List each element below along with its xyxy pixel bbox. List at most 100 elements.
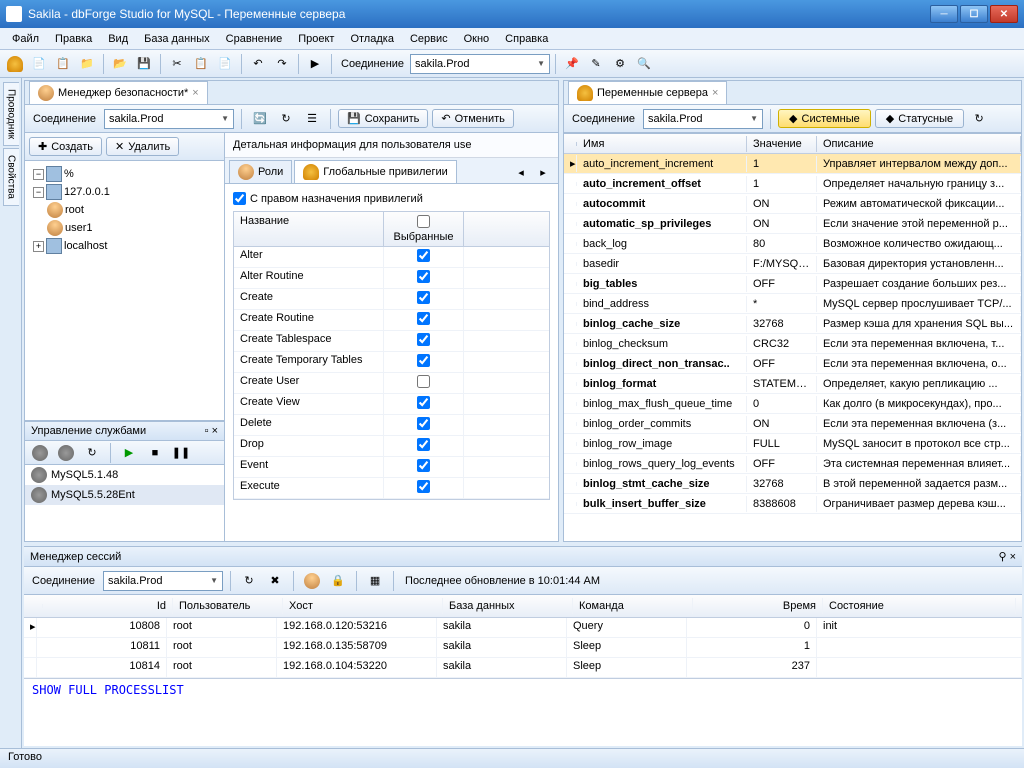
col-var-value[interactable]: Значение (747, 136, 817, 152)
col-var-name[interactable]: Имя (577, 136, 747, 152)
var-row[interactable]: binlog_row_imageFULLMySQL заносит в прот… (564, 434, 1021, 454)
var-row[interactable]: big_tablesOFFРазрешает создание больших … (564, 274, 1021, 294)
expand-icon[interactable]: − (33, 169, 44, 180)
priv-row[interactable]: Create Routine (234, 310, 549, 331)
var-row[interactable]: binlog_max_flush_queue_time0Как долго (в… (564, 394, 1021, 414)
priv-checkbox[interactable] (417, 291, 430, 304)
menu-debug[interactable]: Отладка (342, 30, 401, 48)
var-row[interactable]: automatic_sp_privilegesONЕсли значение э… (564, 214, 1021, 234)
new-query-button[interactable]: 📄 (28, 53, 50, 75)
options-button[interactable]: ⚙ (609, 53, 631, 75)
menu-help[interactable]: Справка (497, 30, 556, 48)
menu-tools[interactable]: Сервис (402, 30, 456, 48)
save-button[interactable]: 💾 (133, 53, 155, 75)
close-icon[interactable]: × (212, 425, 218, 437)
tab-security-manager[interactable]: Менеджер безопасности* × (29, 81, 208, 104)
priv-row[interactable]: Delete (234, 415, 549, 436)
close-button[interactable]: ✕ (990, 5, 1018, 23)
priv-row[interactable]: Create (234, 289, 549, 310)
priv-row[interactable]: Drop (234, 436, 549, 457)
priv-row[interactable]: Alter (234, 247, 549, 268)
priv-checkbox[interactable] (417, 459, 430, 472)
priv-row[interactable]: Alter Routine (234, 268, 549, 289)
priv-checkbox[interactable] (417, 396, 430, 409)
tab-roles[interactable]: Роли (229, 160, 292, 183)
sess-refresh[interactable]: ↻ (238, 570, 260, 592)
var-row[interactable]: autocommitONРежим автоматической фиксаци… (564, 194, 1021, 214)
priv-row[interactable]: Create Tablespace (234, 331, 549, 352)
var-row[interactable]: back_log80Возможное количество ожидающ..… (564, 234, 1021, 254)
save-security-button[interactable]: 💾 Сохранить (338, 109, 428, 128)
priv-checkbox[interactable] (417, 333, 430, 346)
svc-pause[interactable]: ❚❚ (170, 442, 192, 464)
sidetab-properties[interactable]: Свойства (3, 148, 19, 206)
priv-checkbox[interactable] (417, 249, 430, 262)
var-row[interactable]: binlog_cache_size32768Размер кэша для хр… (564, 314, 1021, 334)
priv-row[interactable]: Create View (234, 394, 549, 415)
var-row[interactable]: auto_increment_offset1Определяет начальн… (564, 174, 1021, 194)
menu-project[interactable]: Проект (290, 30, 342, 48)
minimize-button[interactable]: ─ (930, 5, 958, 23)
priv-checkbox[interactable] (417, 375, 430, 388)
service-item[interactable]: MySQL5.5.28Ent (25, 485, 224, 505)
tabs-nav-left[interactable]: ◂ (510, 161, 532, 183)
col-host[interactable]: Хост (283, 598, 443, 614)
priv-row[interactable]: Create Temporary Tables (234, 352, 549, 373)
paste-button[interactable]: 📄 (214, 53, 236, 75)
session-row[interactable]: 10811root192.168.0.135:58709sakilaSleep1 (24, 638, 1022, 658)
edit-button[interactable]: ✎ (585, 53, 607, 75)
menu-window[interactable]: Окно (456, 30, 498, 48)
var-row[interactable]: binlog_order_commitsONЕсли эта переменна… (564, 414, 1021, 434)
sess-grid[interactable]: ▦ (364, 570, 386, 592)
close-tab-icon[interactable]: × (192, 87, 198, 99)
redo-button[interactable]: ↷ (271, 53, 293, 75)
tab-server-variables[interactable]: Переменные сервера × (568, 81, 727, 104)
var-row[interactable]: binlog_direct_non_transac..OFFЕсли эта п… (564, 354, 1021, 374)
col-var-desc[interactable]: Описание (817, 136, 1021, 152)
priv-checkbox[interactable] (417, 417, 430, 430)
service-item[interactable]: MySQL5.1.48 (25, 465, 224, 485)
sess-lock[interactable]: 🔒 (327, 570, 349, 592)
sess-kill[interactable]: ✖ (264, 570, 286, 592)
menu-edit[interactable]: Правка (47, 30, 100, 48)
close-icon[interactable]: × (1010, 551, 1016, 563)
sess-user[interactable] (301, 570, 323, 592)
var-row[interactable]: binlog_checksumCRC32Если эта переменная … (564, 334, 1021, 354)
expand-icon[interactable]: − (33, 187, 44, 198)
vars-refresh[interactable]: ↻ (968, 108, 990, 130)
cancel-security-button[interactable]: ↶ Отменить (432, 109, 513, 128)
copy-button[interactable]: 📋 (190, 53, 212, 75)
col-cmd[interactable]: Команда (573, 598, 693, 614)
col-db[interactable]: База данных (443, 598, 573, 614)
priv-row[interactable]: Create User (234, 373, 549, 394)
priv-checkbox[interactable] (417, 438, 430, 451)
list-button[interactable]: ☰ (301, 108, 323, 130)
pin-button[interactable]: 📌 (561, 53, 583, 75)
users-tree[interactable]: −% −127.0.0.1 root user1 +localhost (25, 161, 224, 421)
grant-checkbox[interactable] (233, 192, 246, 205)
priv-checkbox[interactable] (417, 270, 430, 283)
cut-button[interactable]: ✂ (166, 53, 188, 75)
priv-row[interactable]: Event (234, 457, 549, 478)
tab-global-privileges[interactable]: Глобальные привилегии (294, 160, 457, 183)
col-selected[interactable]: Выбранные (384, 212, 464, 246)
menu-view[interactable]: Вид (100, 30, 136, 48)
menu-database[interactable]: База данных (136, 30, 218, 48)
execute-button[interactable]: ▶ (304, 53, 326, 75)
priv-checkbox[interactable] (417, 480, 430, 493)
col-user[interactable]: Пользователь (173, 598, 283, 614)
new-item-button[interactable]: 📋 (52, 53, 74, 75)
delete-button[interactable]: ✕ Удалить (106, 137, 179, 156)
expand-icon[interactable]: + (33, 241, 44, 252)
restore-icon[interactable]: ▫ (205, 425, 209, 437)
svc-refresh[interactable]: ↻ (81, 442, 103, 464)
new-project-button[interactable]: 📁 (76, 53, 98, 75)
open-button[interactable]: 📂 (109, 53, 131, 75)
connection-combo[interactable]: sakila.Prod▼ (410, 54, 550, 74)
system-toggle[interactable]: ◆ Системные (778, 109, 871, 128)
menu-file[interactable]: Файл (4, 30, 47, 48)
create-button[interactable]: ✚ Создать (29, 137, 102, 156)
var-row[interactable]: binlog_formatSTATEMENTОпределяет, какую … (564, 374, 1021, 394)
search-button[interactable]: 🔍 (633, 53, 655, 75)
var-row[interactable]: basedirF:/MYSQL...Базовая директория уст… (564, 254, 1021, 274)
